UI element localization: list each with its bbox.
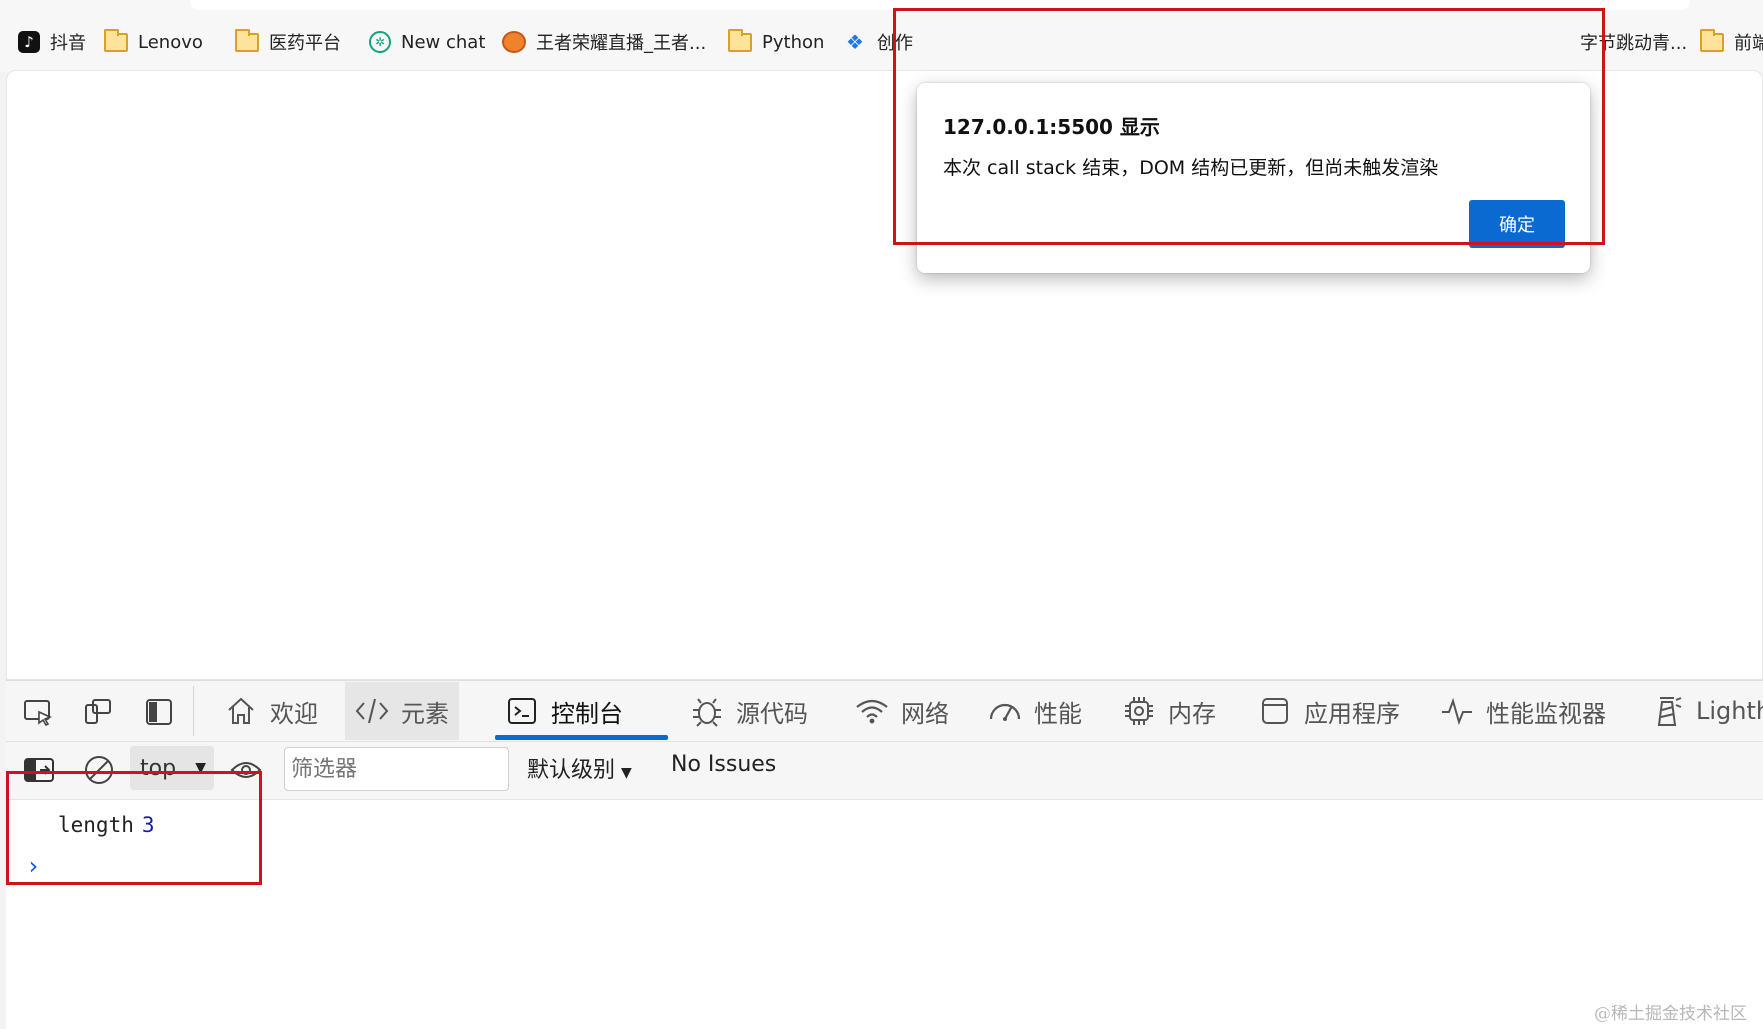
log-level-dropdown[interactable]: 默认级别 ▼	[527, 752, 632, 784]
tab-welcome[interactable]: 欢迎	[214, 682, 328, 740]
toolbar-separator	[193, 686, 194, 736]
issues-counter[interactable]: No Issues	[671, 752, 776, 777]
console-filter-input[interactable]	[284, 747, 509, 791]
folder-icon	[235, 28, 259, 52]
pulse-icon	[1440, 694, 1474, 728]
log-level-label: 默认级别	[527, 758, 616, 783]
game-icon	[502, 31, 526, 53]
bookmark-wzry-live[interactable]: 王者荣耀直播_王者...	[502, 26, 706, 58]
tab-performance[interactable]: 性能	[978, 682, 1092, 740]
diamond-icon: ❖	[846, 30, 864, 54]
tab-label: 网络	[901, 699, 949, 728]
tab-network[interactable]: 网络	[845, 682, 959, 740]
bookmark-label: 医药平台	[269, 33, 341, 54]
bookmark-label: Lenovo	[138, 31, 203, 53]
bookmark-medical-platform[interactable]: 医药平台	[235, 26, 341, 58]
tab-label: 性能监视器	[1486, 699, 1606, 728]
home-icon	[224, 694, 258, 728]
openai-icon: ✲	[369, 31, 391, 53]
tab-label: Lighthouse	[1696, 697, 1763, 725]
inspect-element-icon[interactable]	[22, 697, 54, 727]
bookmark-label: 前端	[1734, 33, 1763, 54]
folder-icon	[728, 28, 752, 52]
tab-elements[interactable]: 元素	[345, 682, 459, 740]
code-icon	[355, 694, 389, 728]
folder-icon	[1700, 28, 1724, 52]
tab-label: 源代码	[736, 699, 808, 728]
wifi-icon	[855, 694, 889, 728]
bookmark-lenovo[interactable]: Lenovo	[104, 26, 203, 58]
dock-side-icon[interactable]	[143, 697, 175, 727]
bookmark-douyin[interactable]: ♪ 抖音	[18, 26, 86, 58]
console-toolbar	[6, 742, 1763, 800]
console-icon	[505, 694, 539, 728]
tab-performance-monitor[interactable]: 性能监视器	[1430, 682, 1616, 740]
tab-label: 控制台	[551, 699, 623, 728]
tab-label: 内存	[1168, 699, 1216, 728]
bookmark-label: Python	[762, 31, 825, 53]
tab-sources[interactable]: 源代码	[680, 682, 818, 740]
folder-icon	[104, 28, 128, 52]
bookmark-label: 王者荣耀直播_王者...	[536, 33, 707, 54]
tab-memory[interactable]: 内存	[1112, 682, 1226, 740]
watermark: @稀土掘金技术社区	[1594, 1004, 1747, 1024]
chip-icon	[1122, 694, 1156, 728]
bookmark-label: 抖音	[50, 33, 86, 54]
console-highlight-box	[6, 771, 262, 885]
dropdown-triangle-icon: ▼	[621, 765, 632, 781]
gauge-icon	[988, 694, 1022, 728]
tiktok-icon: ♪	[18, 31, 40, 53]
device-emulation-icon[interactable]	[82, 697, 114, 727]
tab-label: 欢迎	[270, 699, 318, 728]
dialog-highlight-box	[893, 8, 1605, 245]
app-window-icon	[1258, 694, 1292, 728]
lighthouse-icon	[1650, 694, 1684, 728]
tab-label: 应用程序	[1304, 699, 1400, 728]
console-output[interactable]	[6, 800, 1763, 1029]
tab-label: 性能	[1034, 699, 1082, 728]
bug-icon	[690, 694, 724, 728]
bookmark-frontend[interactable]: 前端	[1700, 26, 1763, 58]
tab-application[interactable]: 应用程序	[1248, 682, 1410, 740]
tab-console[interactable]: 控制台	[495, 682, 668, 740]
bookmark-python[interactable]: Python	[728, 26, 824, 58]
bookmark-new-chat[interactable]: ✲ New chat	[369, 26, 485, 58]
bookmark-label: New chat	[401, 31, 486, 53]
browser-window: ♪ 抖音 Lenovo 医药平台 ✲ New chat 王者荣耀直播_王者...…	[0, 0, 1763, 1029]
tab-lighthouse[interactable]: Lighthouse	[1640, 682, 1763, 740]
tab-label: 元素	[401, 699, 449, 728]
